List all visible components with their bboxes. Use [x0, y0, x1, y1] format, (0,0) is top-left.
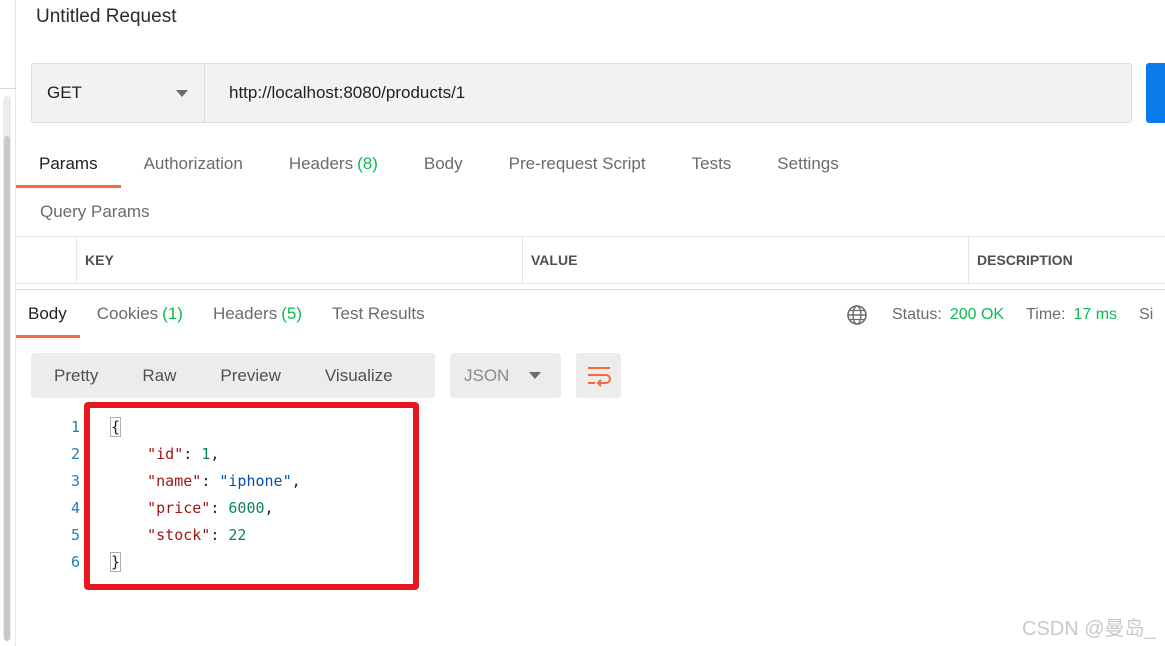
send-button[interactable]: [1146, 63, 1165, 123]
view-pretty[interactable]: Pretty: [31, 353, 120, 398]
tab-tests[interactable]: Tests: [669, 148, 755, 188]
url-input[interactable]: http://localhost:8080/products/1: [205, 64, 1131, 122]
tab-pre-request-script[interactable]: Pre-request Script: [486, 148, 669, 188]
tab-test-results[interactable]: Test Results: [320, 298, 438, 338]
tab-params[interactable]: Params: [16, 148, 121, 188]
tab-label: Params: [39, 154, 98, 173]
time-value[interactable]: 17 ms: [1073, 306, 1117, 324]
view-preview[interactable]: Preview: [198, 353, 302, 398]
pane-divider[interactable]: [16, 289, 1165, 290]
query-params-table: KEY VALUE DESCRIPTION: [16, 236, 1165, 284]
caret-down-icon: [176, 89, 188, 97]
line-number: 1: [70, 417, 80, 436]
tab-label: Body: [28, 304, 67, 323]
tab-cookies[interactable]: Cookies (1): [85, 298, 196, 338]
left-scrollbar[interactable]: [3, 96, 11, 641]
red-highlight-box: [84, 402, 419, 590]
method-select[interactable]: GET: [32, 64, 205, 122]
method-label: GET: [47, 83, 82, 102]
tab-label: Cookies: [96, 304, 159, 323]
tab-label: Headers: [288, 154, 354, 173]
status-label: Status:: [892, 306, 942, 323]
time-label: Time:: [1026, 306, 1066, 323]
line-number: 4: [70, 498, 80, 517]
line-number: 2: [70, 444, 80, 463]
scrollbar-thumb[interactable]: [4, 136, 10, 641]
response-meta: Status: 200 OK Time: 17 ms Si: [846, 303, 1161, 327]
format-select[interactable]: JSON: [450, 353, 561, 398]
tab-count: (8): [357, 154, 378, 173]
tab-headers[interactable]: Headers (8): [266, 148, 401, 188]
line-number: 6: [70, 552, 80, 571]
tab-label: Headers: [212, 304, 278, 323]
column-header-description: DESCRIPTION: [968, 237, 1165, 283]
request-tabs: Params Authorization Headers (8) Body Pre…: [16, 148, 862, 188]
line-number: 5: [70, 525, 80, 544]
view-mode-group: Pretty Raw Preview Visualize: [31, 353, 435, 398]
tab-label: Settings: [777, 154, 839, 173]
response-tabs: Body Cookies (1) Headers (5) Test Results: [16, 298, 443, 338]
tab-count: (5): [281, 304, 302, 323]
tab-response-body[interactable]: Body: [16, 298, 80, 338]
left-sidebar-strip: [0, 0, 16, 646]
tab-authorization[interactable]: Authorization: [121, 148, 266, 188]
tab-label: Test Results: [332, 304, 425, 323]
size-label: Si: [1139, 306, 1154, 323]
watermark: CSDN @曼岛_: [1022, 618, 1156, 640]
tab-settings[interactable]: Settings: [754, 148, 861, 188]
column-header-value: VALUE: [522, 237, 968, 283]
wrap-lines-icon: [587, 366, 611, 387]
wrap-lines-button[interactable]: [576, 353, 621, 398]
view-raw[interactable]: Raw: [120, 353, 198, 398]
url-bar: GET http://localhost:8080/products/1: [31, 63, 1132, 123]
globe-icon[interactable]: [846, 304, 868, 326]
tab-count: (1): [162, 304, 183, 323]
tab-label: Authorization: [143, 154, 243, 173]
format-label: JSON: [464, 365, 510, 385]
caret-down-icon: [529, 372, 541, 379]
table-checkbox-column: [16, 237, 76, 283]
tab-label: Body: [423, 154, 463, 173]
status-value[interactable]: 200 OK: [950, 306, 1004, 324]
tab-label: Pre-request Script: [508, 154, 646, 173]
line-number: 3: [70, 471, 80, 490]
tab-response-headers[interactable]: Headers (5): [201, 298, 315, 338]
query-params-title: Query Params: [40, 202, 150, 221]
column-header-key: KEY: [76, 237, 522, 283]
sidebar-divider: [0, 88, 16, 89]
tab-body[interactable]: Body: [401, 148, 486, 188]
tab-label: Tests: [691, 154, 732, 173]
request-title[interactable]: Untitled Request: [36, 6, 176, 28]
view-visualize[interactable]: Visualize: [303, 353, 415, 398]
